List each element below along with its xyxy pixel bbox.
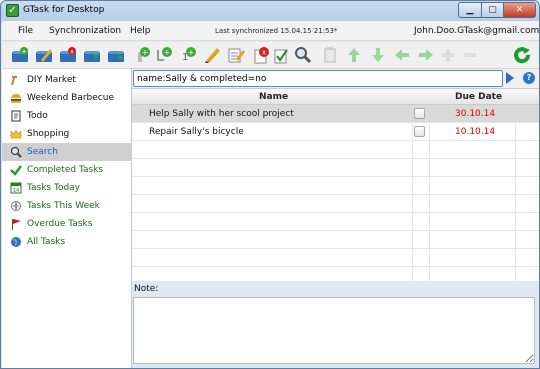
svg-text:+: + [188,48,195,57]
delete-list-icon[interactable]: x [59,46,77,64]
table-row-empty [132,213,539,231]
task-due-date: 30.10.14 [455,109,496,119]
complete-task-icon[interactable] [272,46,290,64]
edit-task-icon[interactable] [203,46,221,64]
hammer-icon [11,76,17,85]
table-row[interactable]: Repair Sally's bicycle 10.10.14 [132,123,539,141]
sidebar-item-tasks-today[interactable]: 14 Tasks Today [2,179,132,197]
column-header-due-date[interactable]: Due Date [455,92,502,102]
sidebar-item-label: DIY Market [27,75,76,85]
maximize-button[interactable]: ▢ [482,2,504,18]
search-help-icon[interactable]: ? [523,72,535,84]
sidebar-item-completed-tasks[interactable]: Completed Tasks [2,161,132,179]
sidebar-item-label: Weekend Barbecue [27,93,114,103]
refresh-sync-icon[interactable] [513,46,531,64]
flag-icon [12,219,21,230]
task-complete-checkbox[interactable] [414,126,425,137]
menu-synchronization[interactable]: Synchronization [49,26,121,36]
menu-bar: File Synchronization Help Last synchroni… [2,21,539,41]
sidebar-item-label: Search [27,147,58,157]
move-list-down-icon[interactable] [83,46,101,64]
checkmark-icon [10,165,22,176]
task-due-date: 10.10.14 [455,127,496,137]
magnifier-icon [10,146,22,158]
sidebar-item-search[interactable]: Search [2,143,132,161]
notepad-icon [11,110,21,122]
expand-icon[interactable] [439,46,457,64]
indent-arrow-icon[interactable] [417,46,435,64]
close-button[interactable]: ✕ [504,2,536,18]
column-header-name[interactable]: Name [259,92,288,102]
search-input[interactable] [133,70,503,87]
outdent-arrow-icon[interactable] [393,46,411,64]
delete-task-icon[interactable]: x [252,46,270,64]
note-label: Note: [134,284,159,294]
edit-note-icon[interactable] [227,46,245,64]
sidebar-item-weekend-barbecue[interactable]: Weekend Barbecue [2,89,132,107]
task-complete-checkbox[interactable] [414,108,425,119]
sync-status: Last synchronized 15.04.15 21:53* [215,27,338,35]
table-row-empty [132,231,539,249]
sidebar-item-label: Todo [27,111,48,121]
new-task-icon[interactable]: + [135,46,153,64]
sidebar-item-label: All Tasks [27,237,66,247]
table-row[interactable]: Help Sally with her scool project 30.10.… [132,105,539,123]
move-list-up-icon[interactable] [107,46,125,64]
sidebar-item-label: Shopping [27,129,70,139]
clipboard-icon[interactable] [321,46,339,64]
svg-text:x: x [70,49,74,56]
sidebar-item-label: Overdue Tasks [27,219,93,229]
new-subtask-icon[interactable]: + [155,46,173,64]
sidebar-item-tasks-this-week[interactable]: Tasks This Week [2,197,132,215]
sidebar-item-all-tasks[interactable]: All Tasks [2,233,132,251]
crown-icon [10,129,22,139]
search-icon[interactable] [294,46,312,64]
toolbar: + x + + 1 + x [2,42,539,69]
burger-icon [11,94,21,103]
app-check-icon: ✓ [6,4,19,17]
table-header: Name Due Date [132,89,539,105]
search-bar: ? [132,69,539,88]
sidebar: DIY Market Weekend Barbecue Todo Shoppin… [2,69,132,368]
svg-text:+: + [21,48,27,56]
svg-text:x: x [262,49,266,57]
edit-list-icon[interactable] [35,46,53,64]
sidebar-item-overdue-tasks[interactable]: Overdue Tasks [2,215,132,233]
move-up-arrow-icon[interactable] [345,46,363,64]
collapse-icon[interactable] [461,46,479,64]
task-table: Name Due Date Help Sally with her scool … [132,88,539,282]
menu-file[interactable]: File [18,26,33,36]
table-row-empty [132,159,539,177]
table-row-empty [132,177,539,195]
task-name: Repair Sally's bicycle [149,127,244,137]
table-row-empty [132,141,539,159]
globe-icon [11,237,21,247]
svg-text:14: 14 [13,188,19,194]
menu-help[interactable]: Help [130,26,151,36]
sidebar-item-diy-market[interactable]: DIY Market [2,71,132,89]
table-row-empty [132,195,539,213]
sidebar-item-label: Tasks Today [27,183,81,193]
move-down-arrow-icon[interactable] [369,46,387,64]
sidebar-item-shopping[interactable]: Shopping [2,125,132,143]
svg-text:+: + [142,48,149,57]
calendar-icon: 14 [10,182,22,194]
svg-text:+: + [164,48,171,57]
minimize-button[interactable]: ▁ [458,2,482,18]
table-row-empty [132,249,539,267]
compass-icon [11,201,21,211]
title-bar[interactable]: ✓ GTask for Desktop ▁ ▢ ✕ [1,1,539,21]
new-list-icon[interactable]: + [11,46,29,64]
task-name: Help Sally with her scool project [149,109,294,119]
new-task-top-icon[interactable]: 1 + [179,46,197,64]
app-window: ✓ GTask for Desktop ▁ ▢ ✕ File Synchroni… [0,0,540,369]
sidebar-item-label: Tasks This Week [27,201,100,211]
sidebar-item-label: Completed Tasks [27,165,104,175]
sidebar-item-todo[interactable]: Todo [2,107,132,125]
user-email: John.Doo.GTask@gmail.com [414,26,540,36]
window-title: GTask for Desktop [23,5,105,15]
run-search-button[interactable] [506,72,514,84]
note-textarea[interactable] [133,297,535,364]
